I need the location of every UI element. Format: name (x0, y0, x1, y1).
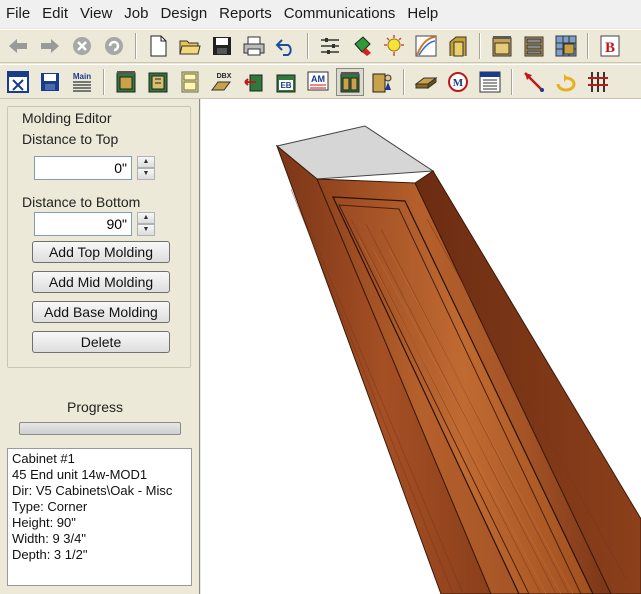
am-icon[interactable]: AM (304, 68, 332, 96)
toolbar-separator (479, 33, 481, 59)
distance-top-label: Distance to Top (22, 131, 119, 147)
cabinet-person-icon[interactable] (368, 68, 396, 96)
menu-communications[interactable]: Communications (278, 0, 402, 28)
refresh-icon[interactable] (100, 32, 128, 60)
main-label: Main (73, 72, 91, 81)
close-window-icon[interactable] (4, 68, 32, 96)
toolbar-separator (135, 33, 137, 59)
cabinet-toolbar: Main DBX EB AM M (0, 64, 641, 99)
bold-b-icon[interactable]: B (596, 32, 624, 60)
cm-icon[interactable]: M (444, 68, 472, 96)
spin-up-icon[interactable]: ▲ (137, 212, 155, 224)
paint-bucket-icon[interactable] (348, 32, 376, 60)
door-frame-icon[interactable] (444, 32, 472, 60)
progress-bar (19, 422, 181, 435)
left-panel: Molding Editor Distance to Top 0" ▲ ▼ Di… (0, 99, 200, 594)
forward-arrow-icon[interactable] (36, 32, 64, 60)
menu-bar: File Edit View Job Design Reports Commun… (0, 0, 641, 28)
molding-editor-group: Molding Editor Distance to Top 0" ▲ ▼ Di… (7, 106, 191, 368)
info-line: Height: 90" (12, 515, 76, 530)
info-line: Width: 9 3/4" (12, 531, 86, 546)
dbx-icon[interactable]: DBX (208, 68, 236, 96)
eb-label: EB (280, 81, 291, 90)
pointer-arrow-icon[interactable] (520, 68, 548, 96)
distance-top-input[interactable]: 0" (34, 156, 132, 180)
cm-label: M (453, 77, 464, 89)
save-icon[interactable] (36, 68, 64, 96)
open-folder-icon[interactable] (176, 32, 204, 60)
menu-help[interactable]: Help (401, 0, 444, 28)
menu-reports[interactable]: Reports (213, 0, 278, 28)
cabinet-green-icon[interactable] (112, 68, 140, 96)
curve-icon[interactable] (412, 32, 440, 60)
main-icon[interactable]: Main (68, 68, 96, 96)
arrows-cabinet-icon[interactable] (240, 68, 268, 96)
info-line: 45 End unit 14w-MOD1 (12, 467, 148, 482)
cabinet-3d-render (275, 125, 641, 594)
stop-icon[interactable] (68, 32, 96, 60)
eb-icon[interactable]: EB (272, 68, 300, 96)
cabinet-selected-icon[interactable] (336, 67, 364, 96)
cabinet-drawers-icon[interactable] (520, 32, 548, 60)
cabinet-open-icon[interactable] (144, 68, 172, 96)
spin-down-icon[interactable]: ▼ (137, 224, 155, 236)
spin-up-icon[interactable]: ▲ (137, 156, 155, 168)
dbx-label: DBX (217, 73, 232, 80)
yellow-cabinet-icon[interactable] (176, 68, 204, 96)
new-document-icon[interactable] (144, 32, 172, 60)
cabinet-info-box: Cabinet #1 45 End unit 14w-MOD1 Dir: V5 … (7, 448, 192, 586)
add-base-molding-button[interactable]: Add Base Molding (32, 301, 170, 323)
distance-bottom-label: Distance to Bottom (22, 194, 141, 210)
molding-editor-title: Molding Editor (22, 110, 112, 126)
toolbar-separator (307, 33, 309, 59)
info-line: Dir: V5 Cabinets\Oak - Misc (12, 483, 173, 498)
distance-bottom-spinner[interactable]: ▲ ▼ (137, 212, 155, 236)
info-line: Depth: 3 1/2" (12, 547, 88, 562)
3d-viewport[interactable] (201, 99, 641, 594)
con-window-icon[interactable] (476, 68, 504, 96)
progress-label: Progress (66, 399, 124, 415)
info-line: Type: Corner (12, 499, 88, 514)
toolbar-separator (511, 68, 513, 95)
menu-edit[interactable]: Edit (36, 0, 74, 28)
light-bulb-icon[interactable] (380, 32, 408, 60)
board-icon[interactable] (412, 68, 440, 96)
toolbar-separator (587, 33, 589, 59)
info-line: Cabinet #1 (12, 451, 75, 466)
distance-top-spinner[interactable]: ▲ ▼ (137, 156, 155, 180)
print-icon[interactable] (240, 32, 268, 60)
delete-button[interactable]: Delete (32, 331, 170, 353)
settings-sliders-icon[interactable] (316, 32, 344, 60)
add-mid-molding-button[interactable]: Add Mid Molding (32, 271, 170, 293)
save-disk-icon[interactable] (208, 32, 236, 60)
menu-design[interactable]: Design (154, 0, 213, 28)
toolbar-separator (403, 68, 405, 95)
undo-icon[interactable] (272, 32, 300, 60)
menu-job[interactable]: Job (118, 0, 154, 28)
toolbar-separator (103, 68, 105, 95)
distance-bottom-input[interactable]: 90" (34, 212, 132, 236)
bold-b-label: B (605, 40, 615, 56)
add-top-molding-button[interactable]: Add Top Molding (32, 241, 170, 263)
menu-file[interactable]: File (0, 0, 36, 28)
rotate-icon[interactable] (552, 68, 580, 96)
cabinet-icon[interactable] (488, 32, 516, 60)
back-arrow-icon[interactable] (4, 32, 32, 60)
am-label: AM (311, 74, 325, 84)
spin-down-icon[interactable]: ▼ (137, 168, 155, 180)
fence-icon[interactable] (584, 68, 612, 96)
main-toolbar: B (0, 29, 641, 63)
menu-view[interactable]: View (74, 0, 118, 28)
grid-cabinet-icon[interactable] (552, 32, 580, 60)
